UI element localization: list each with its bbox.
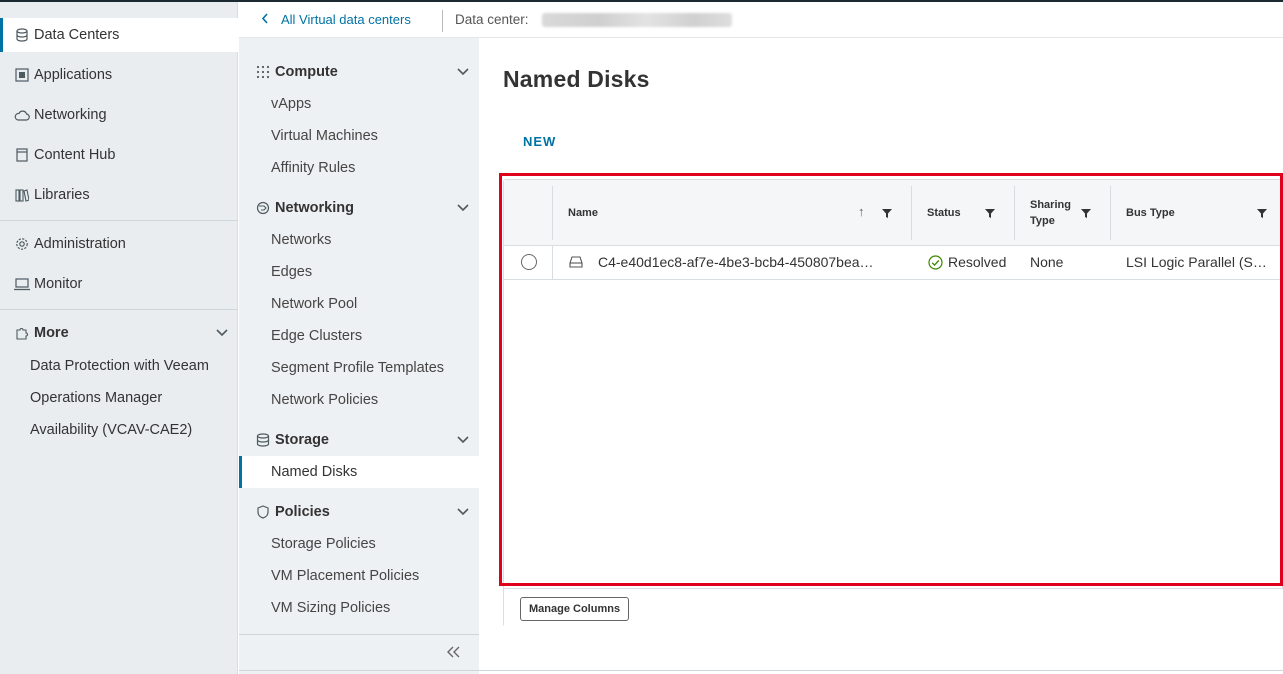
- nav-item-label: Applications: [34, 67, 113, 83]
- back-to-vdcs-link[interactable]: All Virtual data centers: [261, 12, 411, 27]
- nav-link-network-policies[interactable]: Network Policies: [271, 392, 378, 408]
- nav-divider: [239, 634, 479, 635]
- nav-link-affinity-rules[interactable]: Affinity Rules: [271, 160, 355, 176]
- nav-item-label: Administration: [34, 236, 126, 252]
- datacenter-name-redacted: [542, 13, 732, 27]
- collapse-nav-icon[interactable]: [447, 642, 461, 663]
- nav-link-virtual-machines[interactable]: Virtual Machines: [271, 128, 378, 144]
- nav-link-vapps[interactable]: vApps: [271, 96, 311, 112]
- group-label: Networking: [275, 200, 354, 216]
- nav-item-content-hub[interactable]: Content Hub: [0, 138, 238, 172]
- compute-icon: [255, 64, 271, 80]
- content-hub-icon: [14, 147, 30, 163]
- nav-item-monitor[interactable]: Monitor: [0, 267, 238, 301]
- group-label: Policies: [275, 504, 330, 520]
- nav-item-libraries[interactable]: Libraries: [0, 178, 238, 212]
- new-disk-button[interactable]: NEW: [523, 134, 556, 149]
- nav-item-label: Networking: [34, 107, 107, 123]
- breadcrumb: All Virtual data centers Data center:: [239, 2, 1283, 38]
- nav-link-edges[interactable]: Edges: [271, 264, 312, 280]
- nav-item-applications[interactable]: Applications: [0, 58, 238, 92]
- monitor-icon: [14, 276, 30, 292]
- nav-item-data-centers[interactable]: Data Centers: [0, 18, 238, 52]
- nav-link-vm-placement-policies[interactable]: VM Placement Policies: [271, 568, 419, 584]
- chevron-down-icon: [216, 325, 228, 341]
- group-policies[interactable]: Policies: [255, 500, 469, 524]
- chevron-left-icon: [261, 12, 269, 27]
- nav-link-segment-profile-templates[interactable]: Segment Profile Templates: [271, 360, 444, 376]
- group-networking[interactable]: Networking: [255, 196, 469, 220]
- grid-footer: Manage Columns: [504, 588, 1283, 628]
- shield-icon: [255, 504, 271, 520]
- nav-item-label: Data Centers: [34, 27, 120, 43]
- group-storage[interactable]: Storage: [255, 428, 469, 452]
- chevron-down-icon: [457, 432, 469, 448]
- nav-item-networking[interactable]: Networking: [0, 98, 238, 132]
- nav-link-edge-clusters[interactable]: Edge Clusters: [271, 328, 362, 344]
- highlight-box: [499, 173, 1283, 586]
- applications-icon: [14, 67, 30, 83]
- nav-item-label: Libraries: [34, 187, 90, 203]
- nav-link-vm-sizing-policies[interactable]: VM Sizing Policies: [271, 600, 390, 616]
- nav-more-item[interactable]: Availability (VCAV-CAE2): [30, 422, 192, 438]
- group-label: Compute: [275, 64, 338, 80]
- nav-more-item[interactable]: Data Protection with Veeam: [30, 358, 209, 374]
- storage-icon: [255, 432, 271, 448]
- nav-more-toggle[interactable]: More: [0, 316, 238, 350]
- chevron-down-icon: [457, 200, 469, 216]
- main-content: Named Disks NEW Name ↑ Status Sharing Ty…: [479, 38, 1283, 674]
- library-icon: [14, 187, 30, 203]
- nav-more-item[interactable]: Operations Manager: [30, 390, 162, 406]
- chevron-down-icon: [457, 64, 469, 80]
- puzzle-icon: [14, 325, 30, 341]
- nav-link-networks[interactable]: Networks: [271, 232, 331, 248]
- datacenter-label: Data center:: [455, 12, 529, 27]
- gear-icon: [14, 236, 30, 252]
- manage-columns-button[interactable]: Manage Columns: [520, 597, 630, 621]
- breadcrumb-divider: [442, 10, 443, 32]
- networking-icon: [255, 200, 271, 216]
- page-title: Named Disks: [503, 66, 650, 92]
- datacenter-icon: [14, 27, 30, 43]
- nav-item-administration[interactable]: Administration: [0, 227, 238, 261]
- nav-item-label: Content Hub: [34, 147, 116, 163]
- vdc-nav: Compute vApps Virtual Machines Affinity …: [239, 38, 479, 674]
- nav-divider: [0, 309, 238, 310]
- left-nav: Data Centers Applications Networking Con…: [0, 2, 238, 674]
- nav-item-label: Monitor: [34, 276, 83, 292]
- bottom-border: [239, 670, 1283, 671]
- nav-link-named-disks[interactable]: Named Disks: [271, 464, 357, 480]
- back-link-label: All Virtual data centers: [281, 12, 411, 27]
- chevron-down-icon: [457, 504, 469, 520]
- nav-divider: [0, 220, 238, 221]
- group-label: Storage: [275, 432, 329, 448]
- nav-more-label: More: [34, 325, 69, 341]
- nav-link-network-pool[interactable]: Network Pool: [271, 296, 357, 312]
- cloud-icon: [14, 107, 30, 123]
- group-compute[interactable]: Compute: [255, 60, 469, 84]
- nav-link-storage-policies[interactable]: Storage Policies: [271, 536, 376, 552]
